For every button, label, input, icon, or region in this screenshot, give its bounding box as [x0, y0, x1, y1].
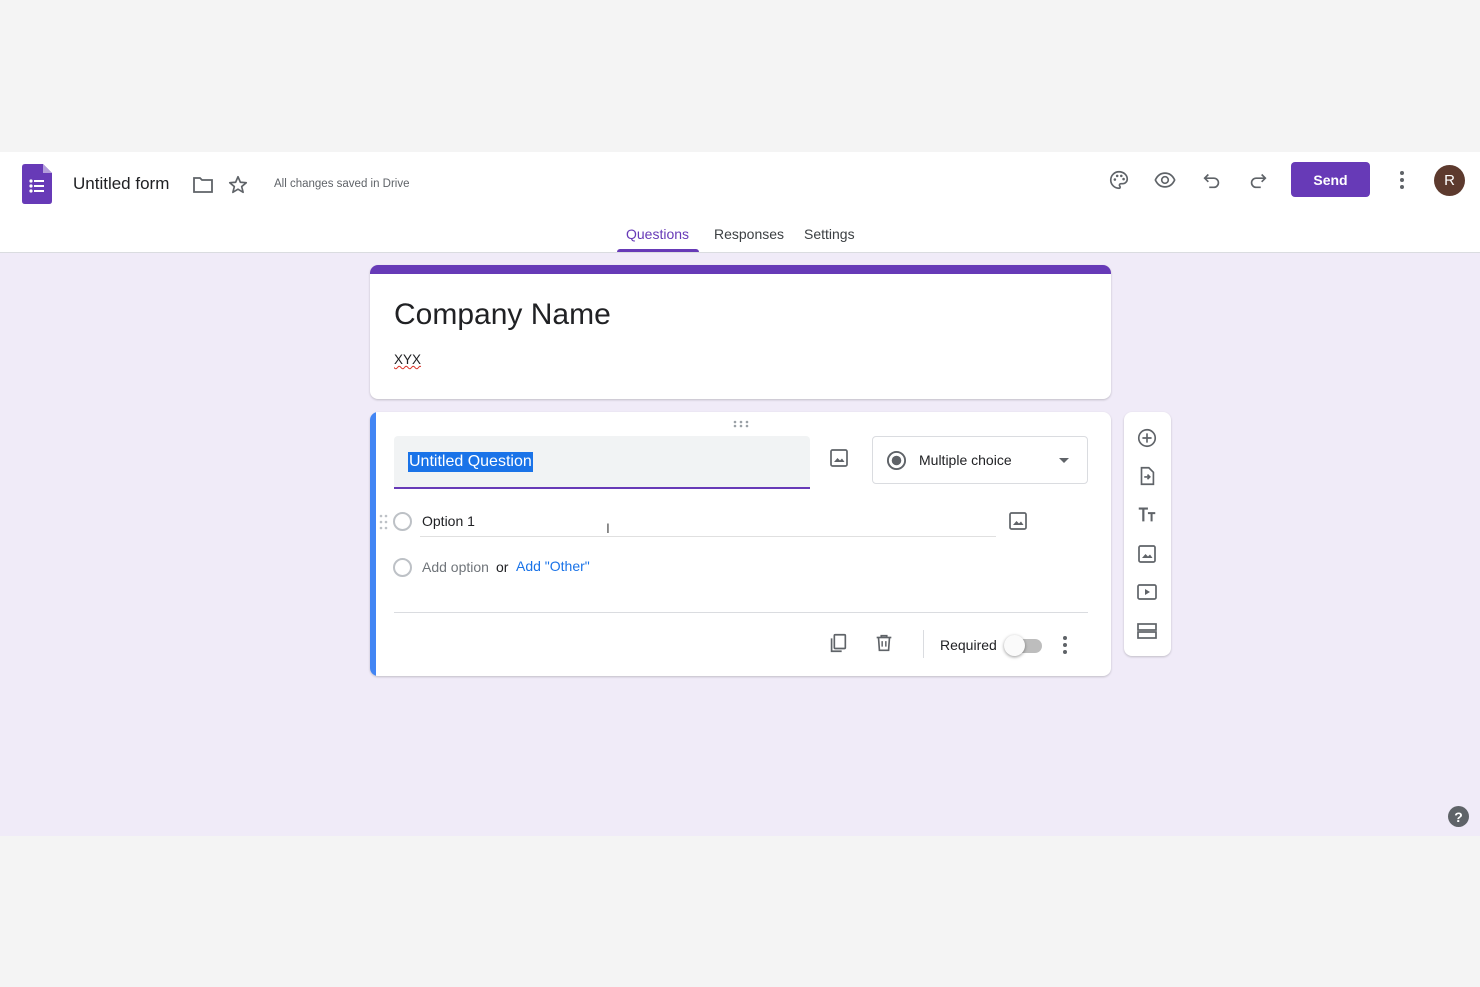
add-other-link[interactable]: Add "Other"	[516, 558, 590, 574]
option-radio	[393, 512, 412, 531]
duplicate-icon[interactable]	[827, 632, 849, 654]
radio-type-icon	[886, 450, 907, 471]
or-text: or	[496, 559, 509, 575]
redo-icon[interactable]	[1246, 168, 1270, 192]
add-question-image-icon[interactable]	[829, 448, 849, 468]
tab-questions[interactable]: Questions	[626, 226, 689, 242]
app-header: Untitled form All changes saved in Drive…	[0, 152, 1480, 253]
card-footer-divider	[394, 612, 1088, 613]
more-options-icon[interactable]	[1390, 168, 1414, 192]
tab-settings[interactable]: Settings	[804, 226, 855, 242]
form-heading[interactable]: Company Name	[394, 298, 611, 332]
drag-handle-icon[interactable]	[733, 420, 749, 428]
add-option-image-icon[interactable]	[1008, 511, 1028, 531]
add-title-icon[interactable]	[1135, 503, 1159, 527]
save-status: All changes saved in Drive	[274, 178, 410, 190]
option-drag-handle-icon[interactable]	[379, 514, 389, 530]
avatar[interactable]: R	[1434, 165, 1465, 196]
import-questions-icon[interactable]	[1135, 464, 1159, 488]
side-toolbar	[1124, 412, 1171, 656]
palette-icon[interactable]	[1107, 168, 1131, 192]
delete-icon[interactable]	[873, 632, 895, 654]
star-icon[interactable]	[226, 173, 250, 197]
question-card[interactable]: Untitled Question Multiple choice Option…	[370, 412, 1111, 676]
undo-icon[interactable]	[1200, 168, 1224, 192]
question-type-dropdown[interactable]: Multiple choice	[872, 436, 1088, 484]
add-option-link[interactable]: Add option	[422, 559, 489, 575]
required-label: Required	[940, 637, 997, 653]
question-more-icon[interactable]	[1062, 635, 1068, 655]
send-button[interactable]: Send	[1291, 162, 1370, 197]
add-option-radio	[393, 558, 412, 577]
form-title[interactable]: Untitled form	[73, 174, 169, 194]
forms-logo-icon[interactable]	[22, 164, 52, 204]
required-toggle-knob[interactable]	[1004, 635, 1025, 656]
add-video-icon[interactable]	[1135, 580, 1159, 604]
active-card-indicator	[370, 412, 376, 676]
add-image-icon[interactable]	[1135, 542, 1159, 566]
form-description[interactable]: XYX	[394, 352, 421, 367]
text-cursor-icon: I	[606, 520, 610, 536]
option-1-input[interactable]: Option 1	[422, 513, 475, 529]
add-question-icon[interactable]	[1135, 426, 1159, 450]
question-type-label: Multiple choice	[919, 452, 1012, 468]
theme-accent-bar	[370, 265, 1111, 274]
tab-responses[interactable]: Responses	[714, 226, 784, 242]
preview-eye-icon[interactable]	[1153, 168, 1177, 192]
option-underline	[420, 536, 996, 537]
form-editor-window: Untitled form All changes saved in Drive…	[0, 152, 1480, 836]
question-title-text[interactable]: Untitled Question	[408, 452, 533, 472]
footer-separator	[923, 630, 924, 658]
folder-icon[interactable]	[191, 173, 215, 197]
form-title-card[interactable]: Company Name XYX	[370, 265, 1111, 399]
chevron-down-icon	[1059, 458, 1069, 464]
tab-bar: Questions Responses Settings	[0, 226, 1480, 253]
active-tab-indicator	[617, 249, 699, 252]
add-section-icon[interactable]	[1135, 619, 1159, 643]
help-icon[interactable]: ?	[1448, 806, 1469, 827]
question-title-input[interactable]: Untitled Question	[394, 436, 810, 489]
